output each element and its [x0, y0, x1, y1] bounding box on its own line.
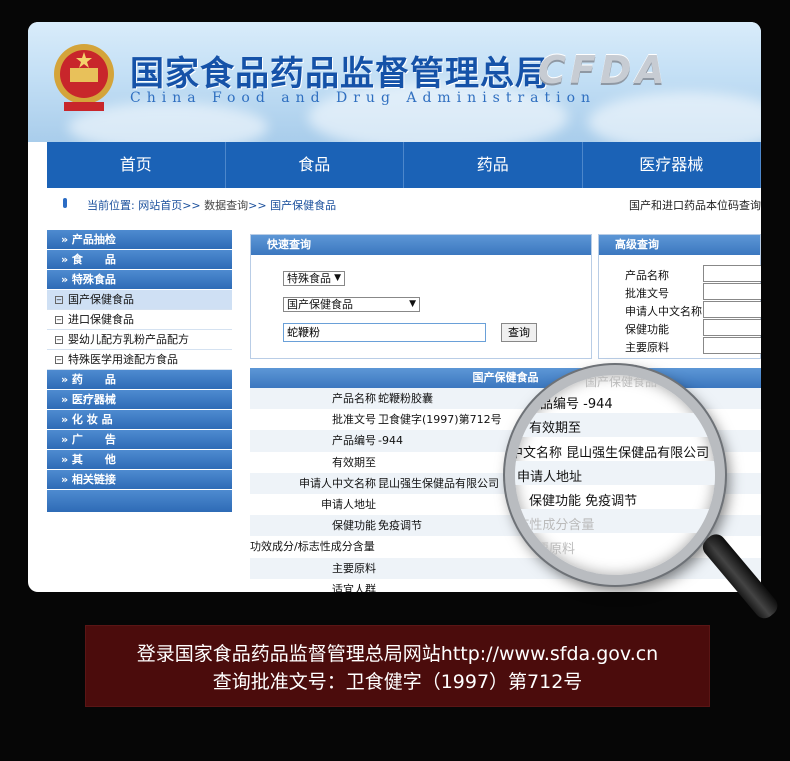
row-value: -944 [378, 434, 403, 448]
sidebar-item-advertising[interactable]: » 广 告 [47, 430, 232, 450]
row-value: 昆山强生保健品有限公司 [378, 476, 499, 490]
lens-text: 保健功能 免疫调节 [529, 494, 638, 509]
row-value: 蛇鞭粉胶囊 [378, 392, 433, 405]
breadcrumb-current: 国产保健食品 [270, 199, 337, 212]
row-value: 卫食健字(1997)第712号 [378, 413, 502, 427]
category-select[interactable]: 特殊食品 ▼ [283, 271, 345, 286]
quick-search-panel: 快速查询 特殊食品 ▼ 国产保健食品 ▼ 蛇鞭粉 查询 [250, 234, 592, 359]
sidebar-subitem-label: 婴幼儿配方乳粉产品配方 [68, 333, 189, 346]
magnifying-glass-icon: 国产保健食品 产品编号 -944 有效期至 申请人中文名称 昆山强生保健品有限公… [490, 350, 790, 630]
sidebar-item-food[interactable]: » 食 品 [47, 250, 232, 270]
row-label: 产品名称 [332, 392, 376, 405]
dropdown-arrow-icon: ▼ [334, 273, 341, 283]
nav-medical-devices[interactable]: 医疗器械 [583, 142, 761, 188]
collapse-box-icon: − [55, 316, 63, 324]
adv-approval-no-input[interactable] [703, 283, 761, 300]
row-label: 申请人中文名称 [299, 476, 376, 490]
row-label: 有效期至 [332, 455, 376, 469]
lens-text: 有效期至 [529, 421, 582, 436]
adv-function-input[interactable] [703, 319, 761, 336]
collapse-box-icon: − [55, 336, 63, 344]
sidebar-item-related-links[interactable]: » 相关链接 [47, 470, 232, 490]
sidebar-item-cosmetics[interactable]: » 化 妆 品 [47, 410, 232, 430]
breadcrumb-separator: >> [248, 199, 267, 212]
row-label: 功效成分/标志性成分含量 [250, 540, 375, 554]
caption-line-2: 查询批准文号：卫食健字（1997）第712号 [212, 671, 583, 693]
drug-code-query-link[interactable]: 国产和进口药品本位码查询 [629, 197, 761, 213]
row-value: 免疫调节 [378, 519, 422, 533]
lens-text: 申请人地址 [517, 470, 583, 485]
adv-field-approval-no-label: 批准文号 [625, 287, 669, 300]
sidebar-subitem-label: 国产保健食品 [68, 293, 134, 306]
magnifier-handle [698, 530, 782, 623]
adv-field-product-name-label: 产品名称 [625, 269, 669, 282]
nav-drugs[interactable]: 药品 [404, 142, 583, 188]
sidebar-footer [47, 490, 232, 512]
row-label: 保健功能 [332, 519, 376, 533]
adv-field-applicant-label: 申请人中文名称 [625, 305, 702, 318]
site-title-cn: 国家食品药品监督管理总局 [130, 54, 550, 94]
sidebar-subitem-medical-formula[interactable]: − 特殊医学用途配方食品 [47, 350, 232, 370]
cfda-logo: CFDA [538, 48, 669, 92]
query-button[interactable]: 查询 [501, 323, 537, 342]
nav-home[interactable]: 首页 [47, 142, 226, 188]
dropdown-arrow-icon: ▼ [409, 299, 416, 309]
sidebar-item-other[interactable]: » 其 他 [47, 450, 232, 470]
row-label: 主要原料 [332, 561, 376, 575]
row-label: 批准文号 [332, 413, 376, 427]
adv-field-function-label: 保健功能 [625, 323, 669, 336]
collapse-box-icon: − [55, 296, 63, 304]
caption-line-1: 登录国家食品药品监督管理总局网站http://www.sfda.gov.cn [136, 643, 659, 665]
breadcrumb-prefix: 当前位置: [87, 199, 135, 212]
lens-text: 产品编号 -944 [527, 397, 613, 412]
sidebar-item-medical-devices[interactable]: » 医疗器械 [47, 390, 232, 410]
nav-food[interactable]: 食品 [226, 142, 404, 188]
lens-text: 国产保健食品 [585, 375, 658, 389]
location-pin-icon [63, 198, 67, 208]
sidebar-item-drugs[interactable]: » 药 品 [47, 370, 232, 390]
sidebar-subitem-label: 进口保健食品 [68, 313, 134, 326]
sidebar-subitem-label: 特殊医学用途配方食品 [68, 353, 178, 366]
main-nav: 首页 食品 药品 医疗器械 [47, 142, 761, 188]
site-title-en: China Food and Drug Administration [130, 90, 597, 106]
site-banner: 国家食品药品监督管理总局 China Food and Drug Adminis… [28, 22, 761, 142]
collapse-box-icon: − [55, 356, 63, 364]
advanced-search-title: 高级查询 [599, 235, 760, 255]
caption-box: 登录国家食品药品监督管理总局网站http://www.sfda.gov.cn 查… [85, 625, 710, 707]
row-label: 申请人地址 [321, 497, 376, 511]
adv-product-name-input[interactable] [703, 265, 761, 282]
breadcrumb-home[interactable]: 网站首页 [138, 199, 182, 212]
sidebar-item-product-sampling[interactable]: » 产品抽检 [47, 230, 232, 250]
adv-applicant-input[interactable] [703, 301, 761, 318]
row-label: 产品编号 [332, 434, 376, 448]
breadcrumb-data-query[interactable]: 数据查询 [204, 199, 248, 212]
row-label: 适宜人群 [332, 582, 376, 592]
keyword-search-input[interactable]: 蛇鞭粉 [283, 323, 486, 342]
sidebar-subitem-domestic-health-food[interactable]: − 国产保健食品 [47, 290, 232, 310]
sidebar-subitem-infant-formula[interactable]: − 婴幼儿配方乳粉产品配方 [47, 330, 232, 350]
advanced-search-panel: 高级查询 产品名称 批准文号 申请人中文名称 保健功能 主要原料 [598, 234, 761, 359]
sidebar-subitem-imported-health-food[interactable]: − 进口保健食品 [47, 310, 232, 330]
category-select-value: 特殊食品 [287, 272, 331, 285]
subcategory-select-value: 国产保健食品 [287, 298, 353, 311]
national-emblem-icon [54, 44, 114, 111]
breadcrumb-separator: >> [182, 199, 201, 212]
quick-search-title: 快速查询 [251, 235, 591, 255]
magnifier-lens: 国产保健食品 产品编号 -944 有效期至 申请人中文名称 昆山强生保健品有限公… [505, 365, 725, 585]
lens-text: 主要原料 [523, 542, 576, 557]
sidebar: » 产品抽检 » 食 品 » 特殊食品 − 国产保健食品 − 进口保健食品 − 婴幼儿… [47, 230, 232, 512]
lens-text: 申请人中文名称 昆山强生保健品有限公司 [510, 446, 710, 461]
lens-text: 功效成分/标志性成分含量 [515, 518, 595, 533]
sidebar-item-special-food[interactable]: » 特殊食品 [47, 270, 232, 290]
subcategory-select[interactable]: 国产保健食品 ▼ [283, 297, 420, 312]
breadcrumb: 当前位置: 网站首页>> 数据查询>> 国产保健食品 国产和进口药品本位码查询 [47, 192, 761, 216]
